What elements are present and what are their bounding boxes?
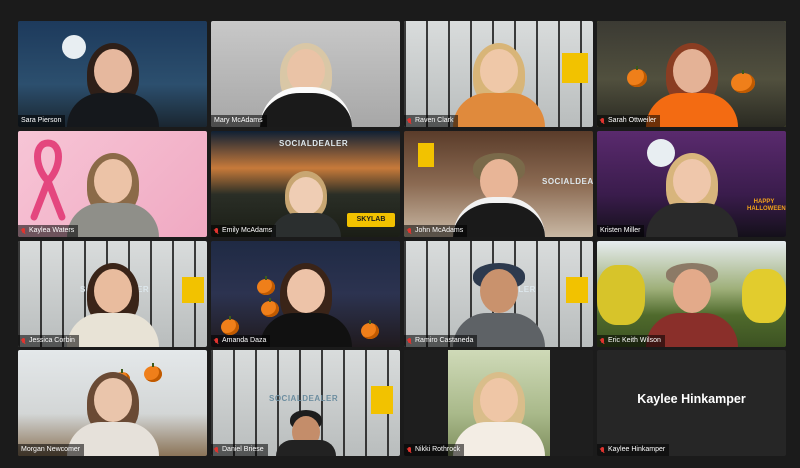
muted-microphone-icon: [21, 337, 26, 345]
participant-video: [452, 372, 545, 456]
skylab-badge: SKYLAB: [347, 213, 395, 227]
participant-video: [645, 153, 738, 237]
muted-microphone-icon: [214, 446, 219, 454]
video-tile-john-mcadams[interactable]: SOCIALDEALER John McAdams: [404, 131, 593, 237]
yellow-flowers: [597, 265, 645, 325]
yellow-sign: [562, 53, 588, 83]
video-tile-daniel-briese[interactable]: SOCIALDEALER Daniel Briese: [211, 350, 400, 456]
participant-video: [66, 43, 159, 127]
participant-display-name: Kaylee Hinkamper: [637, 392, 746, 406]
muted-microphone-icon: [214, 227, 219, 235]
name-label: Jessica Corbin: [18, 335, 79, 347]
muted-microphone-icon: [600, 117, 605, 125]
video-tile-mary-mcadams[interactable]: Mary McAdams: [211, 21, 400, 127]
muted-microphone-icon: [600, 337, 605, 345]
participant-video: [270, 171, 341, 237]
name-label: Ramiro Castaneda: [404, 335, 478, 347]
muted-microphone-icon: [407, 117, 412, 125]
name-label: Daniel Briese: [211, 444, 268, 456]
name-label: Raven Clark: [404, 115, 458, 127]
name-label: John McAdams: [404, 225, 468, 237]
participant-video: [259, 43, 352, 127]
video-tile-kaylee-hinkamper[interactable]: Kaylee Hinkamper Kaylee Hinkamper: [597, 350, 786, 456]
video-tile-eric-keith-wilson[interactable]: Eric Keith Wilson: [597, 241, 786, 347]
participant-video: [275, 410, 336, 456]
participant-video: [66, 263, 159, 347]
pumpkin-icon: [221, 316, 239, 335]
yellow-sign: [371, 386, 393, 414]
video-tile-kristen-miller[interactable]: HAPPY HALLOWEEN Kristen Miller: [597, 131, 786, 237]
yellow-flowers: [742, 269, 786, 323]
name-label: Kaylee Hinkamper: [597, 444, 670, 456]
yellow-sign: [418, 143, 434, 167]
video-tile-amanda-daza[interactable]: Amanda Daza: [211, 241, 400, 347]
muted-microphone-icon: [407, 337, 412, 345]
pumpkin-icon: [627, 66, 647, 87]
name-label: Eric Keith Wilson: [597, 335, 665, 347]
video-tile-ramiro-castaneda[interactable]: DEALER Ramiro Castaneda: [404, 241, 593, 347]
name-label: Amanda Daza: [211, 335, 271, 347]
video-gallery-grid: Sara Pierson Mary McAdams Raven Clark Sa…: [0, 0, 800, 468]
video-tile-sara-pierson[interactable]: Sara Pierson: [18, 21, 207, 127]
name-label: Nikki Rothrock: [404, 444, 465, 456]
video-tile-nikki-rothrock[interactable]: Nikki Rothrock: [404, 350, 593, 456]
socialdealer-logo: SOCIALDEALER: [279, 139, 349, 148]
video-tile-sarah-ottweiler[interactable]: Sarah Ottweiler: [597, 21, 786, 127]
name-label: Emily McAdams: [211, 225, 277, 237]
muted-microphone-icon: [600, 446, 605, 454]
video-tile-emily-mcadams[interactable]: SOCIALDEALER SKYLAB Emily McAdams: [211, 131, 400, 237]
video-tile-morgan-newcomer[interactable]: Morgan Newcomer: [18, 350, 207, 456]
muted-microphone-icon: [214, 337, 219, 345]
name-label: Sarah Ottweiler: [597, 115, 661, 127]
awareness-ribbon-icon: [30, 139, 66, 221]
participant-video: [452, 43, 545, 127]
name-label: Kaylea Waters: [18, 225, 79, 237]
socialdealer-logo: SOCIALDEALER: [542, 177, 593, 186]
video-tile-jessica-corbin[interactable]: SOCIALDEALER Jessica Corbin: [18, 241, 207, 347]
video-tile-raven-clark[interactable]: Raven Clark: [404, 21, 593, 127]
name-label: Morgan Newcomer: [18, 444, 85, 456]
yellow-sign: [182, 277, 204, 303]
name-label: Mary McAdams: [211, 115, 267, 127]
video-tile-kaylea-waters[interactable]: Kaylea Waters: [18, 131, 207, 237]
muted-microphone-icon: [407, 227, 412, 235]
socialdealer-logo: SOCIALDEALER: [269, 394, 339, 403]
participant-video: [259, 263, 352, 347]
happy-halloween-text: HAPPY HALLOWEEN: [747, 199, 786, 212]
name-label: Sara Pierson: [18, 115, 66, 127]
pumpkin-icon: [361, 320, 379, 339]
muted-microphone-icon: [21, 227, 26, 235]
yellow-sign: [566, 277, 588, 303]
name-label: Kristen Miller: [597, 225, 645, 237]
participant-video: [66, 153, 159, 237]
muted-microphone-icon: [407, 446, 412, 454]
